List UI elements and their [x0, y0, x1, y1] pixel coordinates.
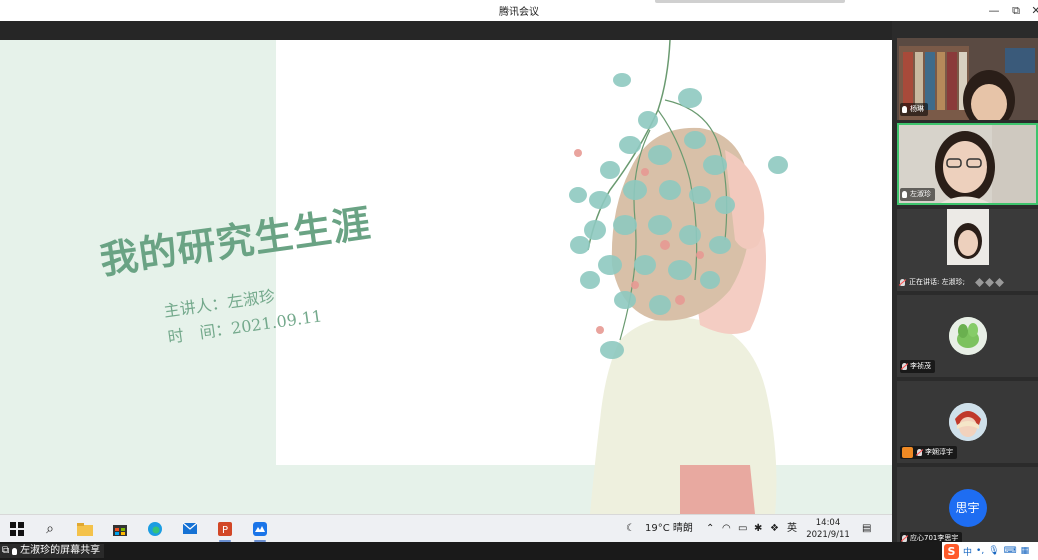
dropbox-icon[interactable]: ❖: [770, 515, 779, 543]
mail-icon[interactable]: [181, 520, 199, 538]
tencent-meeting-icon[interactable]: [251, 520, 269, 542]
mic-muted-icon: [900, 279, 905, 286]
screen-share-icon: ⧉: [2, 545, 10, 556]
mic-muted-icon: [917, 449, 922, 456]
os-taskbar: ⌕ P ☾ 19°C 晴朗 ⌃ ◠ ▭ ✱ ❖ 英 14:04 2021/9/1…: [0, 514, 892, 542]
search-icon[interactable]: ⌕: [41, 520, 59, 538]
screen-share-label[interactable]: ⧉ 左淑珍的屏幕共享: [0, 544, 105, 558]
participant-tile[interactable]: 杨琳: [897, 38, 1038, 120]
minimize-button[interactable]: —: [983, 0, 1005, 21]
participant-name: 左淑珍: [910, 190, 931, 198]
edge-browser-icon[interactable]: [146, 520, 164, 538]
ime-mode[interactable]: 中: [963, 545, 972, 558]
window-titlebar[interactable]: 腾讯会议 — ⧉ ✕: [0, 0, 1038, 21]
participant-panel: 杨琳 左淑珍 正在讲话: 左淑珍; 李祯茂 李娴淳宇 思宇 应心701李思宇: [892, 21, 1038, 549]
participant-name: 杨琳: [910, 105, 924, 113]
weather-text[interactable]: 19°C 晴朗: [645, 515, 693, 543]
participant-avatar-initials: 思宇: [948, 489, 987, 527]
close-button[interactable]: ✕: [1025, 0, 1038, 21]
clock-date: 2021/9/11: [806, 530, 850, 540]
sogou-logo-icon: S: [944, 543, 959, 559]
mic-muted-icon: [902, 363, 907, 370]
participant-avatar: [948, 317, 987, 355]
restore-button[interactable]: ⧉: [1005, 0, 1027, 21]
participant-name: 李娴淳宇: [925, 448, 953, 456]
clock-time: 14:04: [815, 518, 841, 528]
participant-tile[interactable]: 李娴淳宇: [897, 381, 1038, 463]
svg-text:P: P: [222, 525, 228, 536]
battery-icon[interactable]: ▭: [738, 515, 747, 543]
share-label-text: 左淑珍的屏幕共享: [20, 545, 101, 556]
host-badge-icon: [902, 447, 913, 458]
windows-start-icon[interactable]: [8, 520, 26, 538]
powerpoint-icon[interactable]: P: [216, 520, 234, 542]
participant-tile[interactable]: 思宇 应心701李思宇: [897, 467, 1038, 549]
mic-icon: [902, 106, 907, 113]
moon-weather-icon: ☾: [626, 523, 635, 534]
voice-input-icon[interactable]: 🎙: [988, 546, 999, 556]
system-clock[interactable]: 14:04 2021/9/11: [800, 517, 856, 541]
notification-icon[interactable]: ▤: [862, 515, 871, 543]
participant-tile-speaking[interactable]: 正在讲话: 左淑珍;: [897, 209, 1038, 291]
shared-screen-header: [0, 21, 892, 40]
ime-lang-indicator[interactable]: 英: [787, 515, 797, 543]
window-title: 腾讯会议: [499, 7, 539, 18]
participant-name-tag: 杨琳: [900, 103, 928, 116]
participant-avatar: [948, 403, 987, 441]
file-explorer-icon[interactable]: [76, 520, 94, 538]
network-icon[interactable]: ◠: [722, 515, 731, 543]
audio-wave-icon: [974, 278, 1004, 287]
participant-name-tag: 李娴淳宇: [900, 446, 957, 459]
cartoon-avatar-image: [948, 403, 987, 441]
participant-name: 李祯茂: [910, 362, 931, 370]
meeting-status-bar: ⧉ 左淑珍的屏幕共享: [0, 542, 1038, 560]
mic-icon: [902, 191, 907, 198]
keyboard-icon[interactable]: ⌨: [1004, 546, 1017, 556]
active-speaker-indicator: 正在讲话: 左淑珍;: [900, 276, 1034, 289]
participant-tile-active[interactable]: 左淑珍: [897, 123, 1038, 205]
illustration-collar: [680, 465, 755, 514]
store-icon[interactable]: [111, 520, 129, 538]
participant-tile[interactable]: 李祯茂: [897, 295, 1038, 377]
participant-name-tag: 左淑珍: [900, 188, 935, 201]
tray-expand-icon[interactable]: ⌃: [706, 515, 714, 543]
sogou-ime-toolbar[interactable]: S 中 •, 🎙 ⌨ ▦: [942, 542, 1038, 560]
participant-name-tag: 李祯茂: [900, 360, 935, 373]
shared-slide: 我的研究生生涯 主讲人：左淑珍 时 间：2021.09.11: [0, 40, 892, 514]
speaking-label: 正在讲话: 左淑珍;: [909, 278, 965, 286]
toolbox-icon[interactable]: ▦: [1021, 546, 1030, 556]
punctuation-icon[interactable]: •,: [976, 546, 984, 556]
plant-avatar-image: [948, 317, 987, 355]
mic-muted-icon: [902, 535, 907, 542]
slide-illustration: [569, 40, 788, 514]
bluetooth-icon[interactable]: ✱: [754, 515, 762, 543]
mic-icon: [12, 547, 18, 555]
